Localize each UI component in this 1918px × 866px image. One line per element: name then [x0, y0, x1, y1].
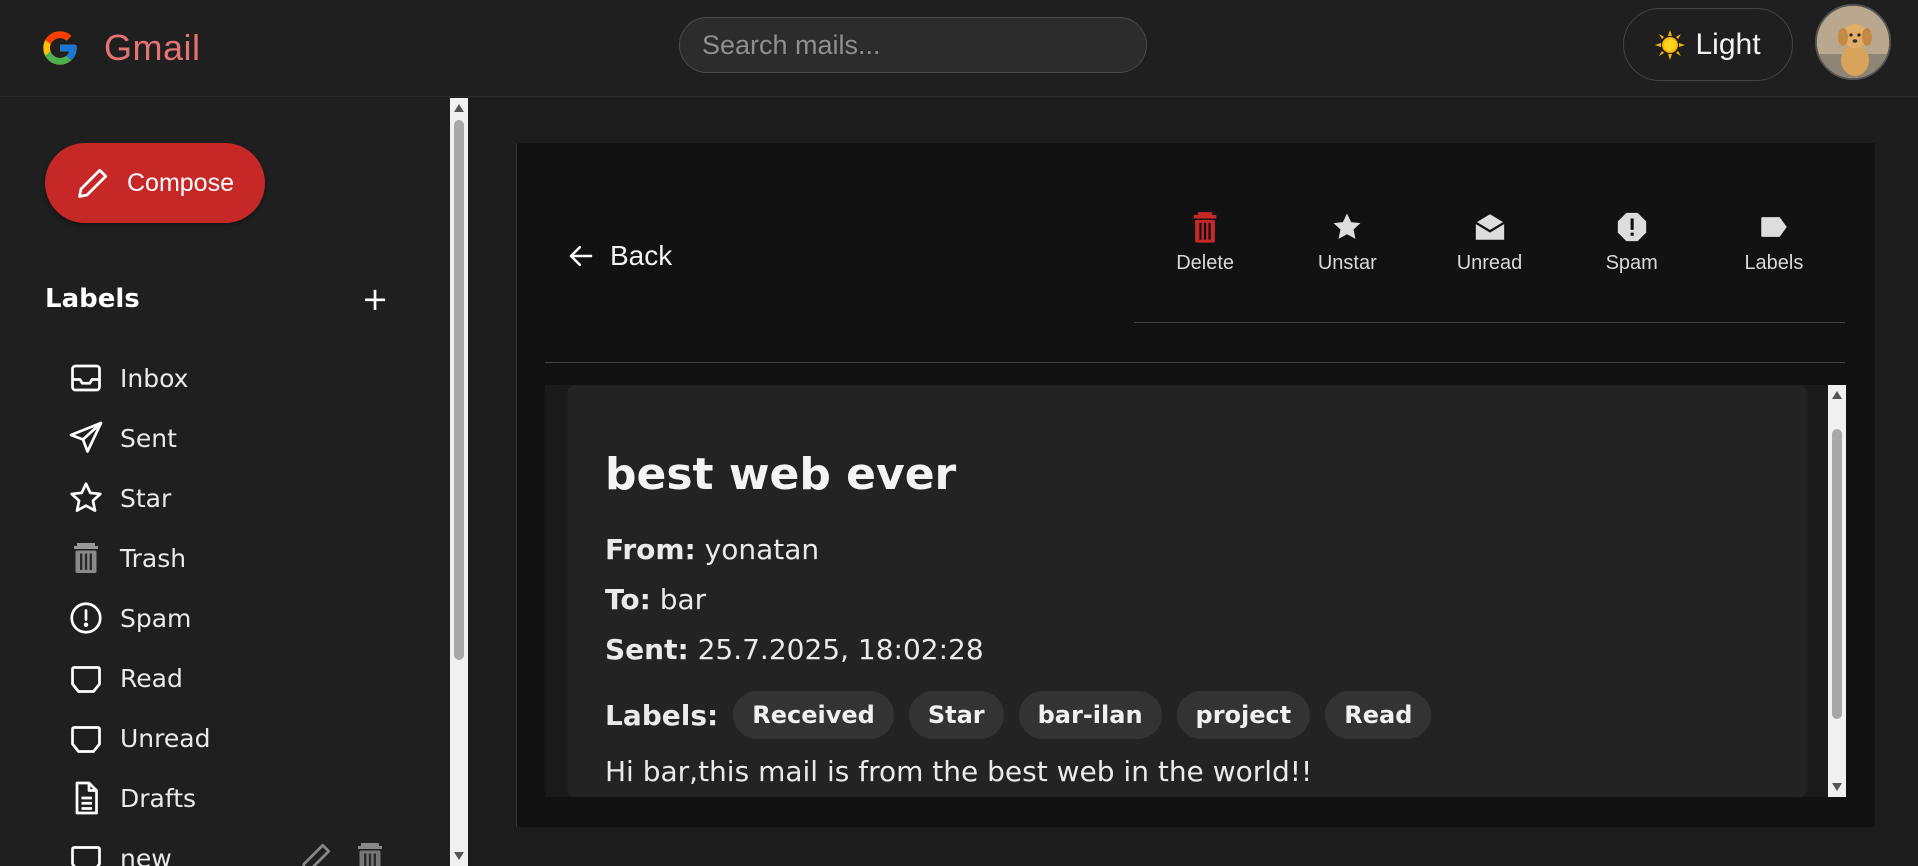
sidebar-item-drafts[interactable]: Drafts [68, 768, 388, 828]
labels-label: Labels [1744, 252, 1804, 274]
avatar[interactable] [1815, 4, 1891, 80]
email-from: From: yonatan [605, 533, 819, 566]
email-toolbar: Delete Unstar Unread Spam Labels [1134, 210, 1845, 323]
tag-icon [71, 726, 101, 753]
sidebar-item-label: Trash [120, 543, 187, 573]
email-content-viewport: best web ever From: yonatan To: bar Sent… [545, 385, 1845, 797]
sidebar: Compose Labels + Inbox Sent Star Trash S… [0, 98, 450, 866]
sidebar-item-star[interactable]: Star [68, 468, 388, 528]
sidebar-item-sent[interactable]: Sent [68, 408, 388, 468]
sidebar-item-unread[interactable]: Unread [68, 708, 388, 768]
compose-button[interactable]: Compose [45, 143, 265, 223]
trash-icon [1193, 212, 1217, 243]
sidebar-item-read[interactable]: Read [68, 648, 388, 708]
sidebar-item-inbox[interactable]: Inbox [68, 348, 388, 408]
delete-label: Delete [1176, 252, 1234, 274]
label-chip[interactable]: Read [1325, 691, 1432, 739]
divider [545, 362, 1845, 363]
sidebar-item-label: Read [120, 663, 183, 693]
theme-toggle-label: Light [1695, 27, 1761, 61]
tag-icon [71, 846, 101, 866]
email-sent: Sent: 25.7.2025, 18:02:28 [605, 633, 984, 666]
email-to: To: bar [605, 583, 706, 616]
pencil-icon [78, 168, 108, 198]
back-label: Back [610, 240, 673, 271]
puppy-avatar-image [1817, 6, 1889, 78]
delete-label-icon[interactable] [352, 840, 388, 866]
sun-icon [1655, 29, 1686, 60]
sidebar-item-spam[interactable]: Spam [68, 588, 388, 648]
label-chip[interactable]: project [1176, 691, 1311, 739]
arrow-left-icon [569, 246, 593, 266]
spam-icon [70, 602, 102, 634]
sidebar-item-label: Spam [120, 603, 192, 633]
labels-title: Labels [45, 284, 140, 314]
scroll-up-arrow-icon[interactable] [454, 104, 464, 112]
from-label: From: [605, 533, 696, 566]
brand-name: Gmail [104, 27, 201, 68]
email-subject: best web ever [605, 449, 957, 500]
unstar-button[interactable]: Unstar [1276, 210, 1418, 322]
mail-icon [1474, 214, 1505, 240]
inbox-icon [71, 364, 101, 392]
email-card: best web ever From: yonatan To: bar Sent… [567, 385, 1807, 797]
google-g-icon [43, 31, 77, 65]
sent-label: Sent: [605, 633, 689, 666]
logo[interactable]: Gmail [40, 27, 201, 69]
spam-label: Spam [1605, 252, 1658, 274]
delete-button[interactable]: Delete [1134, 210, 1276, 322]
label-chip[interactable]: Received [733, 691, 894, 739]
sidebar-item-label: Drafts [120, 783, 197, 813]
spam-icon [1617, 212, 1646, 242]
sidebar-item-label: new [120, 843, 172, 866]
sidebar-scrollbar[interactable] [450, 98, 468, 866]
scroll-up-arrow-icon[interactable] [1832, 391, 1842, 399]
scrollbar-thumb[interactable] [1832, 429, 1842, 719]
unstar-label: Unstar [1317, 252, 1377, 274]
document-icon [75, 781, 98, 815]
to-label: To: [605, 583, 651, 616]
spam-button[interactable]: Spam [1561, 210, 1703, 322]
sidebar-item-label: Inbox [120, 363, 189, 393]
labels-button[interactable]: Labels [1703, 210, 1845, 322]
mark-unread-button[interactable]: Unread [1418, 210, 1560, 322]
label-chip[interactable]: Star [908, 691, 1004, 739]
unread-label: Unread [1456, 252, 1523, 274]
email-scrollbar[interactable] [1828, 385, 1846, 797]
email-labels: Labels: Received Star bar-ilan project R… [605, 691, 1432, 739]
star-icon [1333, 213, 1361, 239]
top-bar: Gmail Light [0, 0, 1918, 97]
sidebar-item-label: Sent [120, 423, 177, 453]
sidebar-item-label: Star [120, 483, 172, 513]
label-list: Inbox Sent Star Trash Spam Read Unread D… [68, 348, 388, 866]
edit-label-icon[interactable] [298, 840, 334, 866]
theme-toggle-button[interactable]: Light [1623, 8, 1793, 81]
trash-icon [74, 543, 98, 573]
label-icon [1761, 217, 1787, 237]
sent-value: 25.7.2025, 18:02:28 [697, 633, 984, 666]
add-label-button[interactable]: + [360, 280, 390, 318]
search-input[interactable] [679, 17, 1147, 73]
to-value: bar [659, 583, 707, 616]
back-button[interactable]: Back [566, 240, 672, 272]
scroll-down-arrow-icon[interactable] [454, 852, 464, 860]
send-icon [69, 421, 103, 453]
labels-header: Labels + [45, 279, 390, 319]
from-value: yonatan [704, 533, 820, 566]
star-icon [70, 482, 102, 512]
sidebar-item-label: Unread [120, 723, 211, 753]
sidebar-item-new[interactable]: new [68, 828, 388, 866]
tag-icon [71, 666, 101, 693]
scrollbar-thumb[interactable] [454, 120, 464, 660]
label-actions [298, 840, 388, 866]
email-body: Hi bar,this mail is from the best web in… [605, 755, 1313, 788]
sidebar-item-trash[interactable]: Trash [68, 528, 388, 588]
label-chip[interactable]: bar-ilan [1018, 691, 1162, 739]
scroll-down-arrow-icon[interactable] [1832, 783, 1842, 791]
compose-label: Compose [127, 168, 234, 197]
labels-field-label: Labels: [605, 698, 719, 732]
